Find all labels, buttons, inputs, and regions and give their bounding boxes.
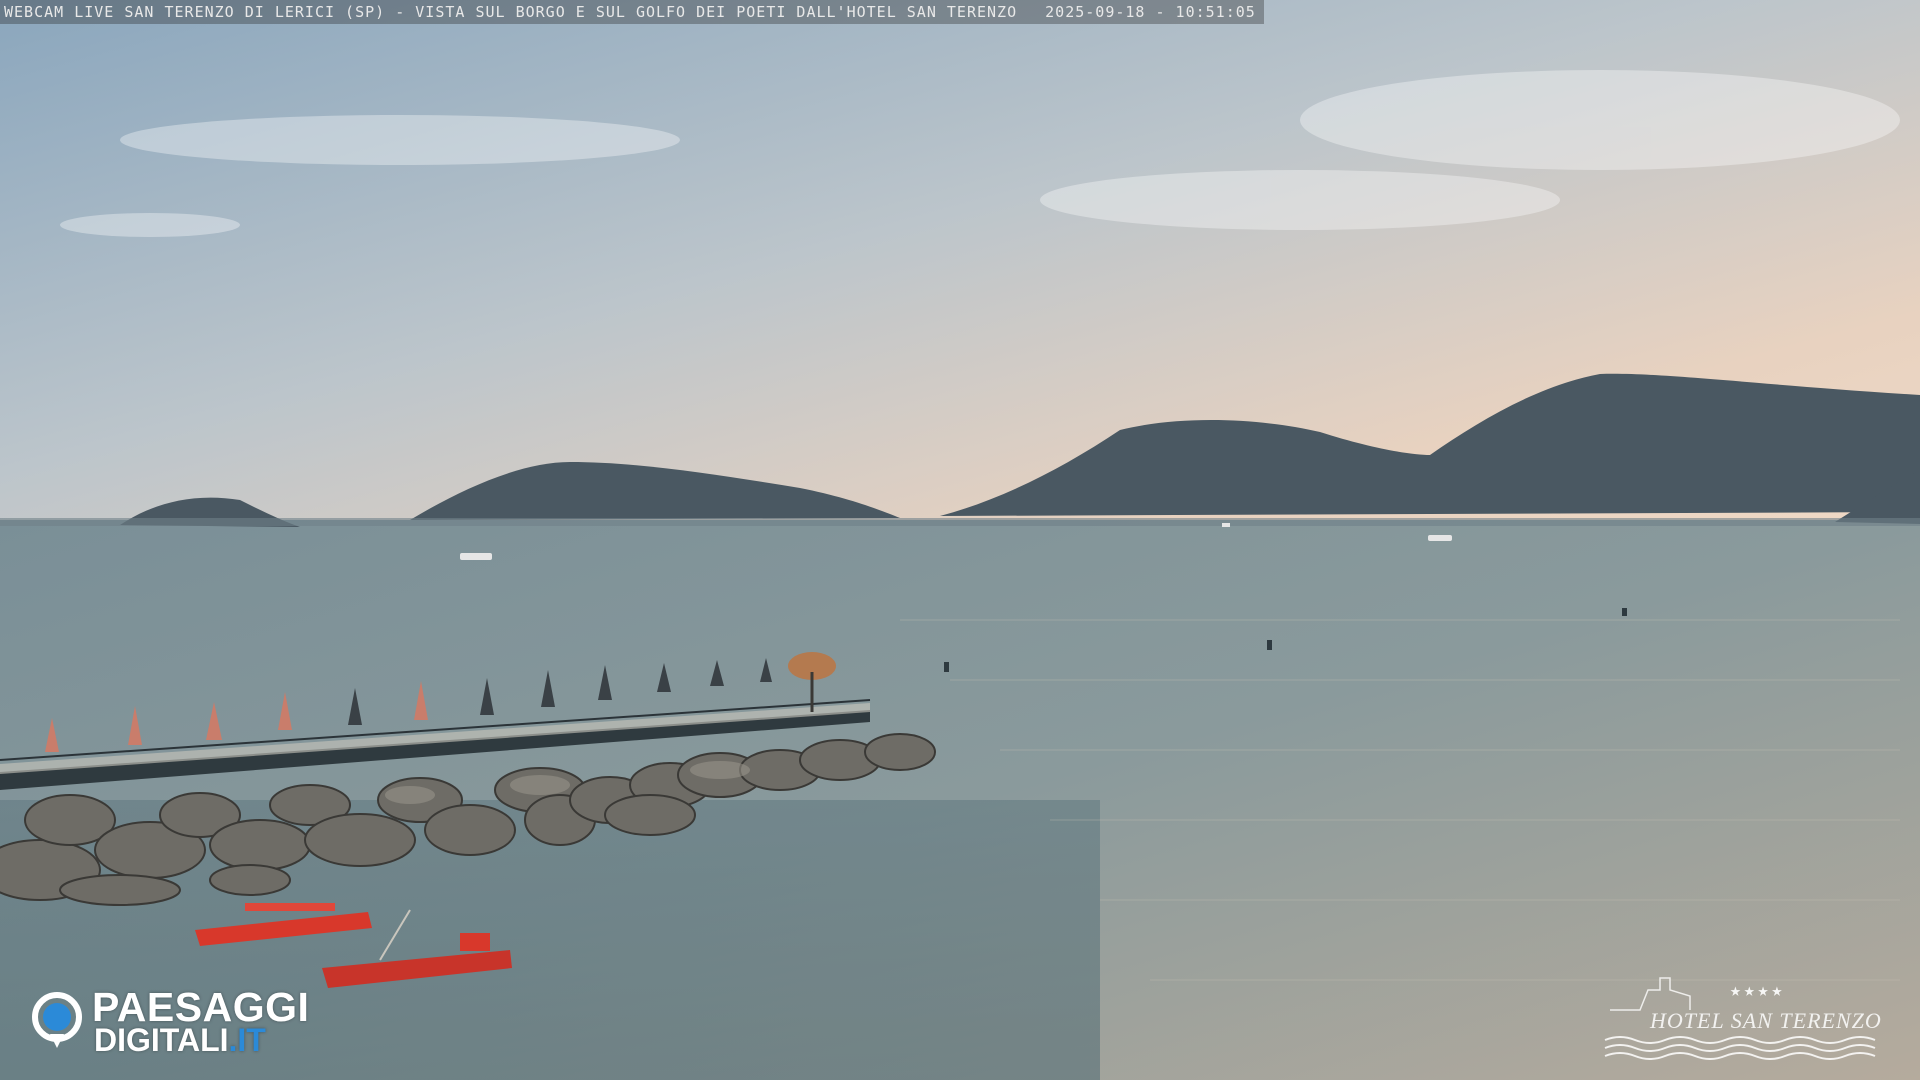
seascape-image bbox=[0, 0, 1920, 1080]
webcam-caption-bar: WEBCAM LIVE SAN TERENZO DI LERICI (SP) -… bbox=[0, 0, 1264, 24]
paesaggi-digitali-logo[interactable]: PAESAGGI DIGITALI.IT bbox=[28, 984, 338, 1058]
hotel-san-terenzo-logo: ★★★★ HOTEL SAN TERENZO bbox=[1600, 970, 1900, 1060]
webcam-frame: WEBCAM LIVE SAN TERENZO DI LERICI (SP) -… bbox=[0, 0, 1920, 1080]
logo-text-bottom: DIGITALI.IT bbox=[94, 1022, 266, 1058]
webcam-title: WEBCAM LIVE SAN TERENZO DI LERICI (SP) -… bbox=[4, 3, 1018, 21]
hotel-rating-stars: ★★★★ bbox=[1730, 980, 1786, 1001]
hotel-name: HOTEL SAN TERENZO bbox=[1650, 1008, 1882, 1033]
webcam-timestamp: 2025-09-18 - 10:51:05 bbox=[1045, 3, 1256, 21]
location-pin-icon bbox=[32, 992, 82, 1048]
